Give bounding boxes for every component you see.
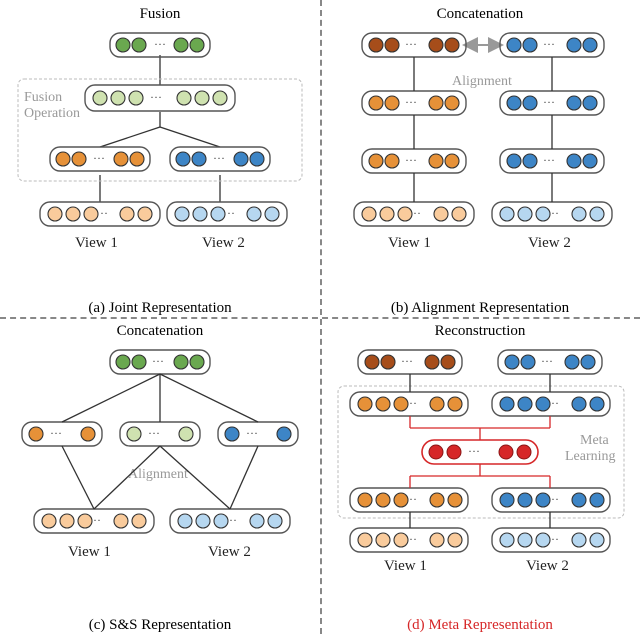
- panel-d: Reconstruction Meta Learning ··· ··· ·· …: [320, 317, 640, 634]
- panel-b-title: Concatenation: [437, 6, 524, 23]
- panel-c-diagram: ··· ··· ··· ··· Alignment ·· ··: [10, 344, 310, 611]
- svg-text:View 1: View 1: [68, 544, 111, 560]
- panel-c-caption: (c) S&S Representation: [89, 617, 231, 634]
- svg-text:View 2: View 2: [526, 558, 569, 574]
- svg-text:···: ···: [50, 426, 62, 440]
- svg-text:View 1: View 1: [388, 235, 431, 251]
- panel-c: Concatenation ··· ··· ··· ··· Alignment …: [0, 317, 320, 634]
- svg-text:View 2: View 2: [528, 235, 571, 251]
- panel-d-title: Reconstruction: [435, 323, 526, 340]
- panel-d-caption: (d) Meta Representation: [407, 617, 553, 634]
- panel-a-caption: (a) Joint Representation: [88, 300, 231, 317]
- svg-text:View 1: View 1: [384, 558, 427, 574]
- svg-text:··: ··: [229, 513, 237, 527]
- svg-text:··: ··: [227, 206, 235, 220]
- svg-text:··: ··: [551, 206, 559, 220]
- svg-text:··: ··: [551, 492, 559, 506]
- svg-text:···: ···: [246, 426, 258, 440]
- panel-a-title: Fusion: [140, 6, 181, 23]
- svg-text:···: ···: [405, 95, 417, 109]
- view2-label: View 2: [202, 235, 245, 251]
- panel-c-title: Concatenation: [117, 323, 204, 340]
- panel-b: Concatenation Alignment ···: [320, 0, 640, 317]
- svg-text:···: ···: [468, 444, 480, 458]
- meta-learning-label: Meta: [580, 433, 610, 448]
- svg-text:···: ···: [154, 37, 166, 51]
- svg-text:··: ··: [551, 396, 559, 410]
- svg-text:Operation: Operation: [24, 106, 80, 121]
- svg-text:···: ···: [541, 354, 553, 368]
- svg-text:···: ···: [543, 153, 555, 167]
- panel-b-caption: (b) Alignment Representation: [391, 300, 569, 317]
- svg-text:Learning: Learning: [565, 449, 616, 464]
- svg-text:···: ···: [150, 90, 162, 104]
- panel-a-diagram: Fusion Operation ··· ···: [10, 27, 310, 294]
- svg-text:···: ···: [405, 153, 417, 167]
- view1-label: View 1: [75, 235, 118, 251]
- svg-text:··: ··: [409, 396, 417, 410]
- svg-text:··: ··: [93, 513, 101, 527]
- svg-text:··: ··: [409, 532, 417, 546]
- fusion-op-label: Fusion: [24, 90, 62, 105]
- alignment-label: Alignment: [128, 467, 188, 482]
- svg-text:···: ···: [543, 37, 555, 51]
- svg-text:···: ···: [148, 426, 160, 440]
- alignment-label: Alignment: [452, 74, 512, 89]
- svg-text:···: ···: [543, 95, 555, 109]
- svg-text:···: ···: [93, 151, 105, 165]
- svg-text:··: ··: [409, 492, 417, 506]
- panel-a: Fusion Fusion Operation: [0, 0, 320, 317]
- panel-d-diagram: Meta Learning ··· ··· ·· ·· ··· ··: [330, 344, 630, 611]
- panel-b-diagram: Alignment ··· ··· ··· ·· ··· ··· ···: [330, 27, 630, 294]
- svg-text:··: ··: [413, 206, 421, 220]
- svg-text:···: ···: [401, 354, 413, 368]
- svg-text:···: ···: [405, 37, 417, 51]
- svg-text:··: ··: [551, 532, 559, 546]
- svg-text:View 2: View 2: [208, 544, 251, 560]
- svg-text:···: ···: [152, 354, 164, 368]
- svg-text:··: ··: [100, 206, 108, 220]
- svg-text:···: ···: [213, 151, 225, 165]
